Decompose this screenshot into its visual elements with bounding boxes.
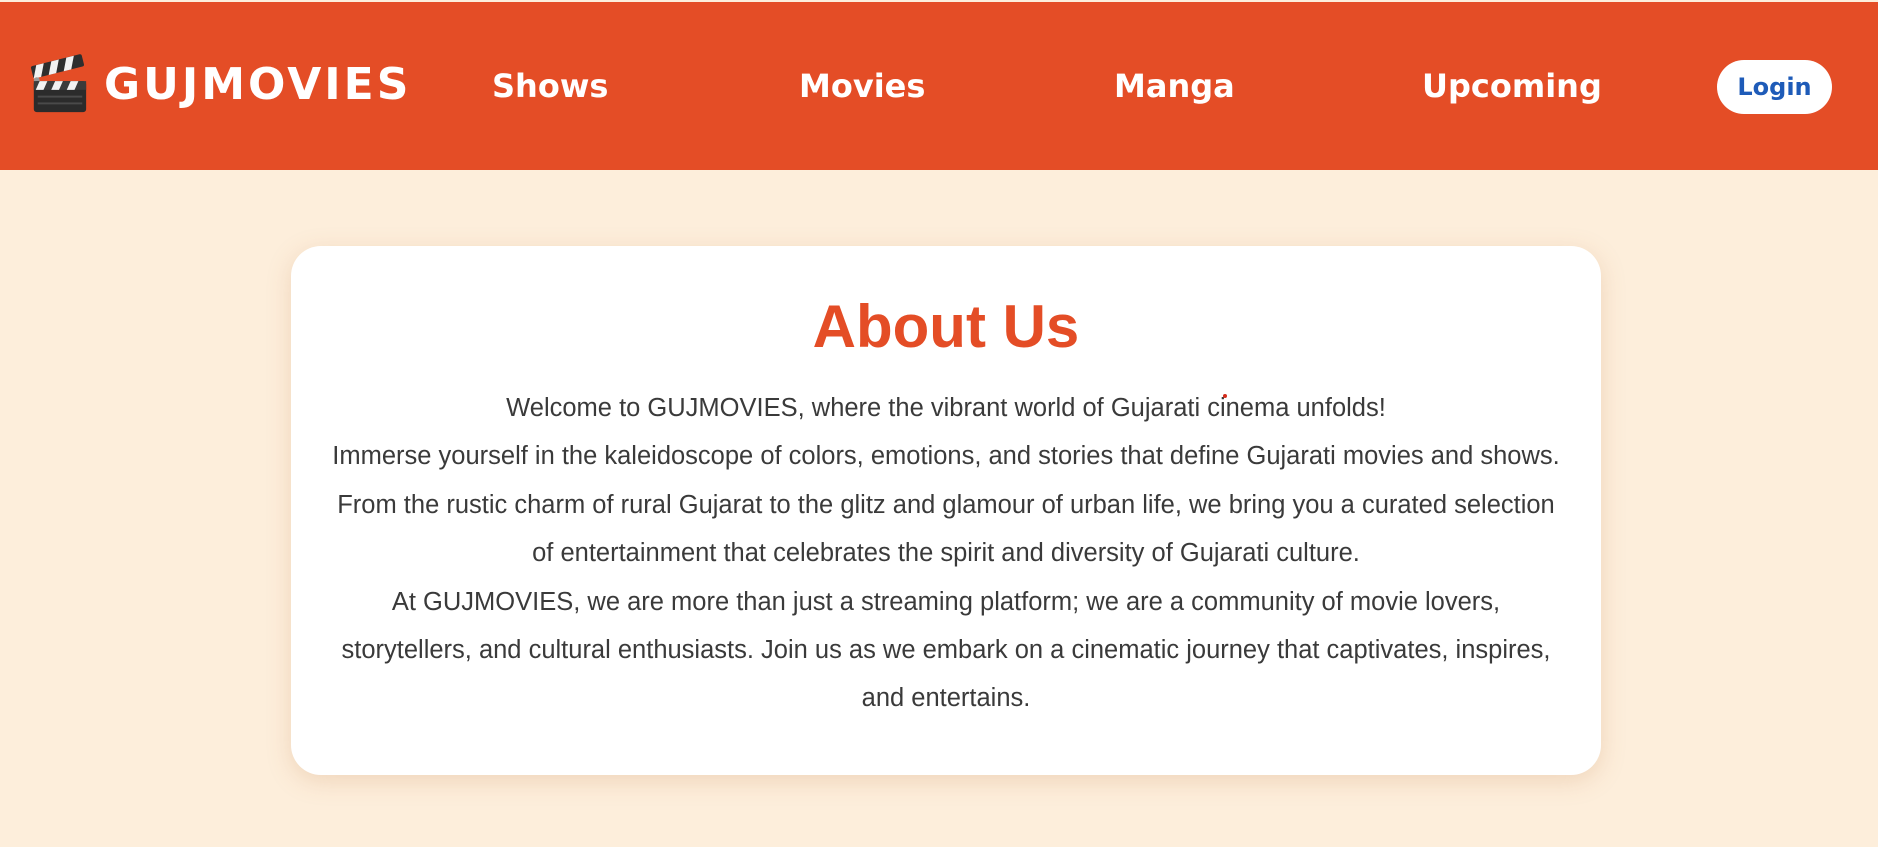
cursor-dot — [1223, 394, 1227, 398]
brand-name: GUJMOVIES — [104, 59, 412, 110]
about-paragraph-welcome: Welcome to GUJMOVIES, where the vibrant … — [506, 394, 1386, 422]
about-paragraph-community: At GUJMOVIES, we are more than just a st… — [341, 587, 1551, 713]
about-description: Welcome to GUJMOVIES, where the vibrant … — [331, 384, 1561, 723]
nav-link-manga[interactable]: Manga — [1114, 62, 1235, 110]
login-button[interactable]: Login — [1717, 60, 1832, 114]
brand-logo[interactable]: GUJMOVIES — [28, 48, 411, 122]
about-paragraph-immerse: Immerse yourself in the kaleidoscope of … — [332, 442, 1560, 568]
about-us-card: About Us Welcome to GUJMOVIES, where the… — [291, 246, 1601, 775]
nav-link-movies[interactable]: Movies — [799, 62, 925, 110]
nav-link-upcoming[interactable]: Upcoming — [1422, 62, 1602, 110]
clapperboard-icon — [31, 54, 87, 113]
nav-link-shows[interactable]: Shows — [492, 62, 608, 110]
page-title: About Us — [812, 293, 1080, 360]
top-navigation-bar: GUJMOVIES Shows Movies Manga Upcoming Lo… — [0, 2, 1878, 170]
